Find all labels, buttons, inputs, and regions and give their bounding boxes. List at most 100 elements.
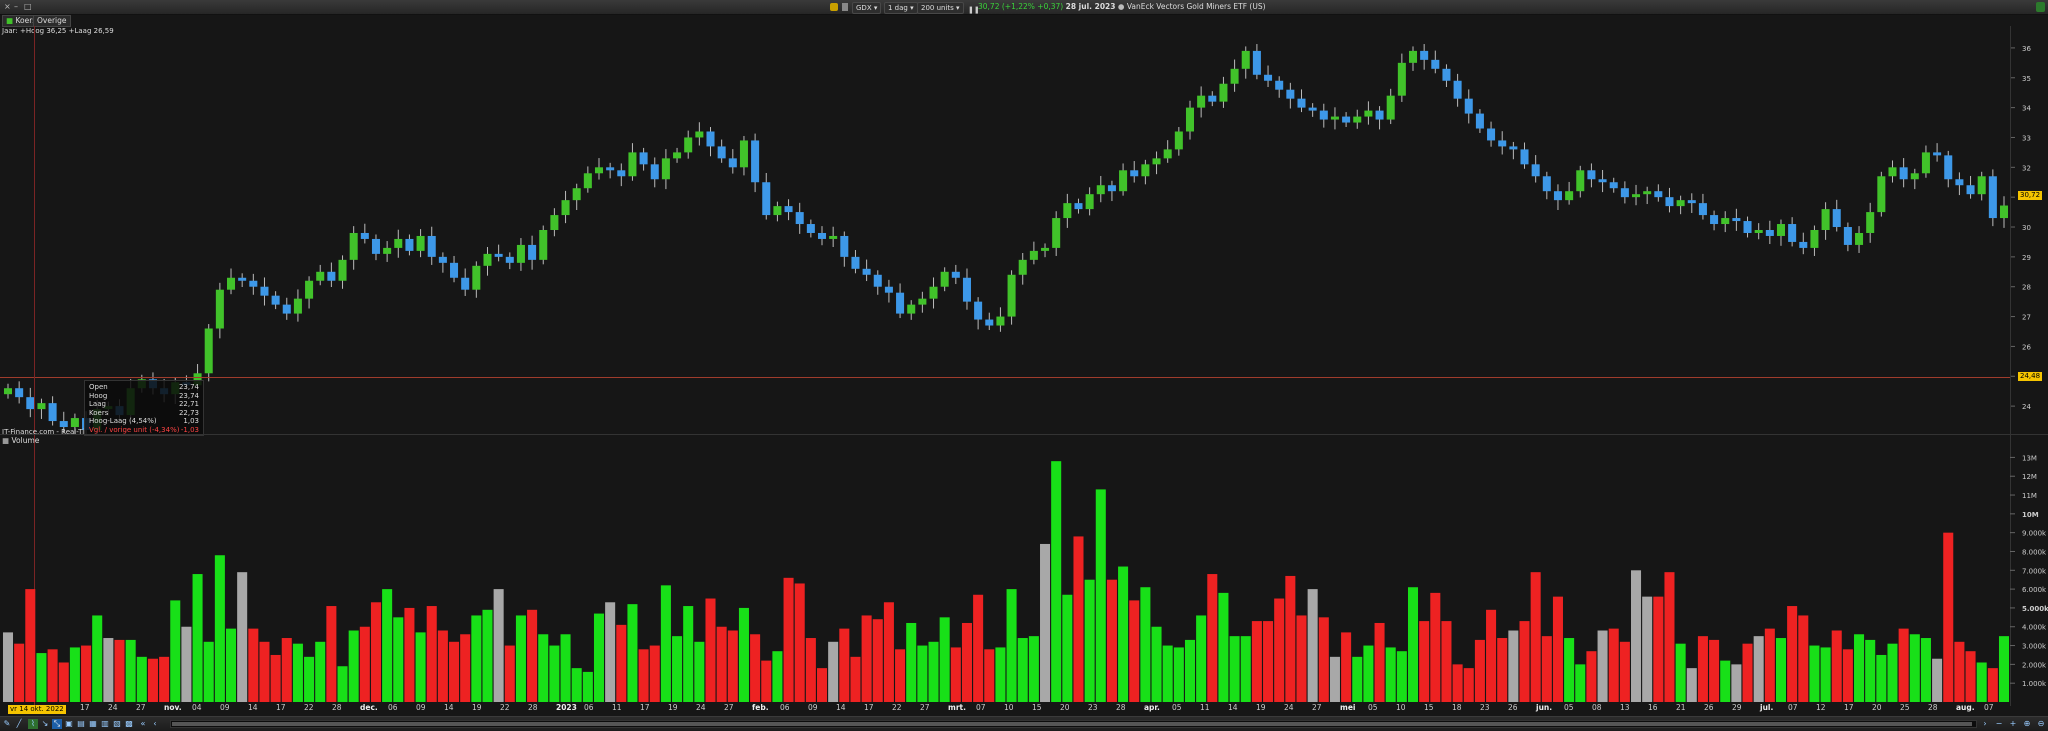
candle <box>371 238 380 254</box>
horizontal-scrollbar[interactable] <box>170 720 1977 728</box>
candle <box>1732 218 1741 222</box>
volume-bar <box>1842 649 1853 702</box>
volume-bar <box>2 632 14 702</box>
price-chart[interactable]: 36353433323130292827262524 <box>0 26 2048 434</box>
interval-select[interactable]: 1 dag ▾ <box>884 2 918 14</box>
zoom-out-icon[interactable]: − <box>1994 719 2004 729</box>
date-axis-label: jul. <box>1760 703 1774 712</box>
candle <box>1832 209 1841 228</box>
pencil-icon[interactable]: ✎ <box>2 719 12 729</box>
arrow-tool-icon[interactable]: ↘ <box>40 719 50 729</box>
volume-bar <box>159 656 170 702</box>
candle <box>271 295 280 305</box>
volume-bar <box>1006 589 1017 702</box>
candle <box>550 215 559 230</box>
crosshair-date-badge: vr 14 okt. 2022 <box>8 705 66 714</box>
layout-icon[interactable]: ▩ <box>124 719 134 729</box>
maximize-window-icon[interactable]: □ <box>24 0 32 14</box>
candle <box>639 152 648 165</box>
volume-bar <box>1073 536 1084 702</box>
volume-bar <box>1664 572 1675 702</box>
candle <box>918 298 927 305</box>
volume-bar <box>125 639 136 702</box>
export-icon[interactable]: ▧ <box>112 719 122 729</box>
chart-type-icon[interactable] <box>830 3 838 11</box>
date-axis-label: 19 <box>668 703 678 712</box>
scroll-back-icon[interactable]: « <box>138 719 148 729</box>
date-axis-label: 15 <box>1424 703 1434 712</box>
volume-axis-label: 6.000k <box>2022 586 2047 594</box>
units-select[interactable]: 200 units ▾ <box>917 2 964 14</box>
volume-bar <box>850 656 861 702</box>
volume-bar <box>81 645 92 702</box>
ticker-select[interactable]: GDX ▾ <box>852 2 882 14</box>
date-axis-label: 25 <box>1900 703 1910 712</box>
candle <box>1475 113 1484 129</box>
volume-bar <box>1017 638 1028 702</box>
candle <box>1765 230 1774 236</box>
rectangle-tool-icon[interactable]: ▣ <box>64 719 74 729</box>
candle <box>438 256 447 263</box>
volume-bar <box>928 641 939 702</box>
zoom-fit-icon[interactable]: ⊕ <box>2022 719 2032 729</box>
zoom-reset-icon[interactable]: ⊖ <box>2036 719 2046 729</box>
candle <box>1174 131 1183 150</box>
save-icon[interactable]: ▤ <box>76 719 86 729</box>
volume-bar <box>1764 628 1775 702</box>
print-icon[interactable]: ▥ <box>100 719 110 729</box>
candle <box>1085 194 1094 210</box>
candle <box>1565 191 1574 201</box>
channel-tool-icon[interactable]: ⤡ <box>52 719 62 729</box>
volume-bar <box>1998 636 2010 702</box>
candle <box>1888 167 1897 177</box>
scroll-right-icon[interactable]: › <box>1980 719 1990 729</box>
candle <box>1286 89 1295 99</box>
volume-bar <box>1028 636 1039 702</box>
close-window-icon[interactable]: × <box>4 0 11 14</box>
candle <box>773 206 782 216</box>
zoom-in-icon[interactable]: + <box>2008 719 2018 729</box>
volume-axis-label: 9.000k <box>2022 530 2047 538</box>
candle <box>717 146 726 159</box>
candle <box>249 280 258 287</box>
date-axis-label: 07 <box>976 703 986 712</box>
volume-bar <box>259 641 270 702</box>
volume-bar <box>1530 572 1541 702</box>
volume-bar <box>114 639 125 702</box>
volume-bar <box>1541 636 1552 702</box>
candle <box>1264 74 1273 81</box>
volume-bar <box>270 654 281 702</box>
line-tool-icon[interactable]: ╱ <box>14 719 24 729</box>
template-icon[interactable]: ▦ <box>88 719 98 729</box>
volume-bar <box>237 572 248 702</box>
date-axis-label: 06 <box>388 703 398 712</box>
volume-axis-label: 10M <box>2022 511 2039 519</box>
scroll-left-icon[interactable]: ‹ <box>150 719 160 729</box>
candle <box>528 244 537 260</box>
candle <box>840 235 849 257</box>
volume-chart[interactable]: 13M 12M 11M 10M 9.000k 8.000k 7.000k 6.000k 5.00… <box>0 448 2048 706</box>
volume-bar <box>1318 617 1329 702</box>
volume-bar <box>214 555 225 702</box>
volume-bar <box>393 617 404 702</box>
app-menu-icon[interactable] <box>2036 2 2045 12</box>
candle <box>1431 59 1440 69</box>
date-axis-label: 28 <box>1928 703 1938 712</box>
volume-bar <box>649 645 660 702</box>
panel-separator[interactable] <box>0 434 2048 435</box>
volume-bar <box>1363 645 1374 702</box>
candle <box>1877 176 1886 213</box>
candle <box>695 131 704 138</box>
date-axis-label: 09 <box>808 703 818 712</box>
minimize-window-icon[interactable]: – <box>14 0 18 14</box>
volume-bar <box>1619 641 1630 702</box>
trend-tool-icon[interactable]: ⌇ <box>28 719 38 729</box>
candle <box>762 182 771 216</box>
candle <box>1988 176 1997 219</box>
scrollbar-thumb[interactable] <box>172 722 1972 726</box>
candle <box>1029 250 1038 260</box>
candle <box>1933 152 1942 156</box>
date-axis-label: 11 <box>1200 703 1210 712</box>
link-icon[interactable] <box>842 3 848 11</box>
candle <box>316 271 325 281</box>
